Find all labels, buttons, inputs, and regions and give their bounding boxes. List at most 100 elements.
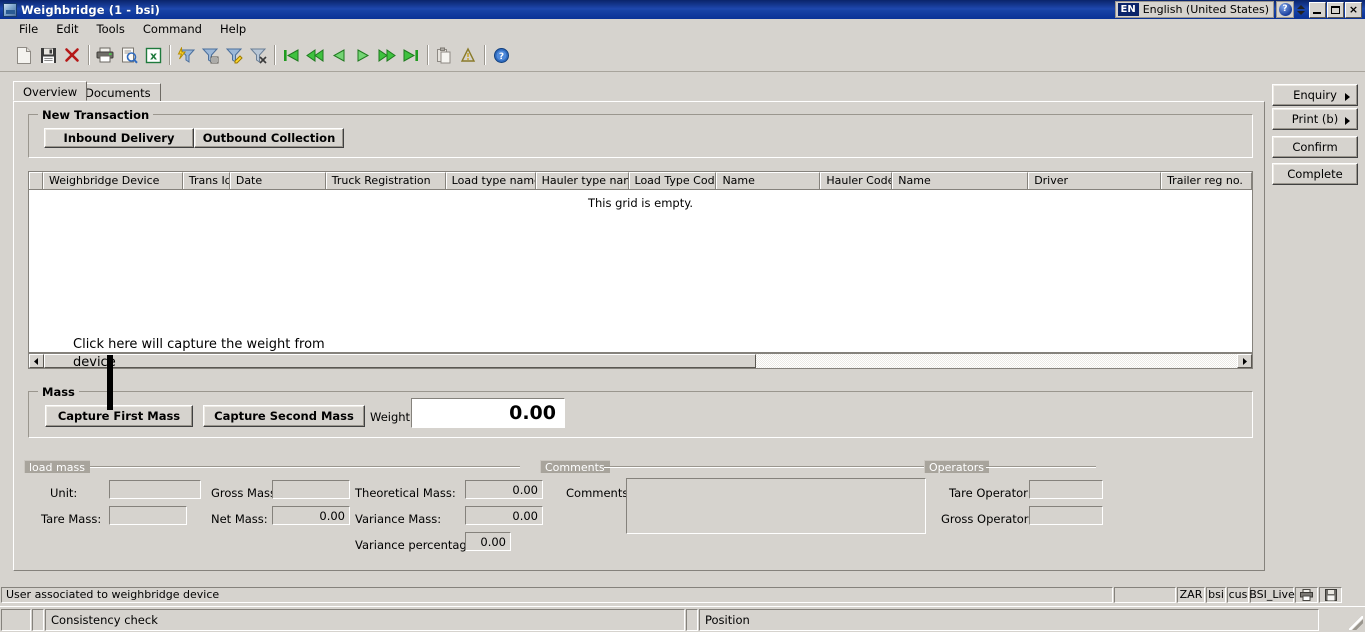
capture-second-mass-button[interactable]: Capture Second Mass: [203, 405, 365, 427]
menu-item-tools[interactable]: Tools: [88, 20, 134, 38]
net-mass-field[interactable]: 0.00: [272, 506, 350, 525]
grid-header-row: Weighbridge Device Trans Id Date Truck R…: [29, 172, 1252, 190]
mass-group: Mass Capture First Mass Capture Second M…: [28, 385, 1253, 438]
grid-column-weighbridge-device[interactable]: Weighbridge Device: [42, 172, 183, 189]
titlebar-spinner-icon[interactable]: [1296, 2, 1305, 17]
transactions-grid[interactable]: Weighbridge Device Trans Id Date Truck R…: [28, 171, 1253, 353]
status-module: cus: [1227, 587, 1249, 603]
gross-mass-field[interactable]: [272, 480, 350, 499]
toolbar-separator: [484, 45, 485, 65]
tab-overview[interactable]: Overview: [13, 81, 88, 101]
minimize-button[interactable]: [1309, 1, 1326, 18]
maximize-button[interactable]: [1327, 1, 1344, 18]
grid-column-load-type-code[interactable]: Load Type Code: [628, 172, 717, 189]
print-icon[interactable]: [93, 43, 117, 67]
complete-button[interactable]: Complete: [1272, 163, 1358, 185]
theoretical-mass-field[interactable]: 0.00: [465, 480, 543, 499]
print-preview-icon[interactable]: [117, 43, 141, 67]
fast-previous-icon[interactable]: [303, 43, 327, 67]
language-indicator[interactable]: EN English (United States): [1114, 1, 1274, 18]
net-mass-label: Net Mass:: [211, 512, 268, 526]
title-bar: Weighbridge (1 - bsi) EN English (United…: [0, 0, 1365, 19]
grid-column-trans-id[interactable]: Trans Id: [182, 172, 230, 189]
copy-icon[interactable]: [432, 43, 456, 67]
quick-filter-icon[interactable]: [174, 43, 198, 67]
grid-column-hauler-code[interactable]: Hauler Code: [820, 172, 893, 189]
grid-horizontal-scrollbar[interactable]: [28, 353, 1253, 369]
language-name: English (United States): [1142, 3, 1269, 16]
inbound-delivery-button[interactable]: Inbound Delivery: [44, 128, 194, 148]
operators-panel-divider: [986, 466, 1096, 468]
menu-item-edit[interactable]: Edit: [47, 20, 87, 38]
scroll-right-arrow-icon[interactable]: [1237, 354, 1252, 368]
grid-column-driver[interactable]: Driver: [1028, 172, 1162, 189]
fast-next-icon[interactable]: [375, 43, 399, 67]
scroll-left-arrow-icon[interactable]: [29, 354, 44, 368]
previous-record-icon[interactable]: [327, 43, 351, 67]
help-icon[interactable]: ?: [489, 43, 513, 67]
menu-item-file[interactable]: File: [10, 20, 47, 38]
scrollbar-thumb[interactable]: [44, 354, 756, 368]
confirm-button[interactable]: Confirm: [1272, 136, 1358, 158]
gross-operator-field[interactable]: [1029, 506, 1103, 525]
tare-operator-field[interactable]: [1029, 480, 1103, 499]
outbound-collection-button[interactable]: Outbound Collection: [194, 128, 344, 148]
status-currency: ZAR: [1177, 587, 1205, 603]
grid-column-hauler-name[interactable]: Name: [892, 172, 1029, 189]
grid-column-truck-registration[interactable]: Truck Registration: [325, 172, 446, 189]
grid-column-date[interactable]: Date: [229, 172, 326, 189]
clear-filter-icon[interactable]: [246, 43, 270, 67]
titlebar-help-button[interactable]: ?: [1276, 1, 1294, 18]
load-mass-panel: load mass Unit: Tare Mass: Gross Mass: N…: [24, 460, 543, 560]
variance-mass-field[interactable]: 0.00: [465, 506, 543, 525]
position-cell: Position: [699, 609, 1319, 631]
toolbar-separator: [427, 45, 428, 65]
menu-item-command[interactable]: Command: [134, 20, 211, 38]
print-b-button[interactable]: Print (b): [1272, 108, 1358, 130]
toolbar-separator: [88, 45, 89, 65]
toolbar: x ?: [0, 39, 1365, 72]
delete-icon[interactable]: [60, 43, 84, 67]
filter-by-selection-icon[interactable]: [198, 43, 222, 67]
capture-first-mass-button[interactable]: Capture First Mass: [45, 405, 193, 427]
svg-text:?: ?: [498, 52, 503, 62]
chevron-right-icon: [1345, 93, 1350, 101]
first-record-icon[interactable]: [279, 43, 303, 67]
toolbar-separator: [169, 45, 170, 65]
unit-field[interactable]: [109, 480, 201, 499]
tare-mass-field[interactable]: [109, 506, 187, 525]
next-record-icon[interactable]: [351, 43, 375, 67]
alert-icon[interactable]: [456, 43, 480, 67]
resize-grip-icon[interactable]: [1349, 616, 1363, 630]
weight-value-field[interactable]: 0.00: [411, 398, 565, 428]
tab-documents[interactable]: Documents: [75, 83, 161, 101]
comments-textarea[interactable]: [626, 478, 926, 534]
weighbridge-application-window: Weighbridge (1 - bsi) EN English (United…: [0, 0, 1365, 632]
close-button[interactable]: ×: [1345, 1, 1362, 18]
language-code: EN: [1117, 3, 1139, 16]
variance-percentage-field[interactable]: 0.00: [465, 532, 511, 551]
comments-label: Comments:: [566, 486, 633, 500]
enquiry-button[interactable]: Enquiry: [1272, 84, 1358, 106]
comments-panel: Comments Comments:: [540, 460, 926, 540]
save-icon[interactable]: [36, 43, 60, 67]
comments-panel-label: Comments: [540, 460, 610, 474]
export-excel-icon[interactable]: x: [141, 43, 165, 67]
edit-filter-icon[interactable]: [222, 43, 246, 67]
new-document-icon[interactable]: [12, 43, 36, 67]
tare-operator-label: Tare Operator:: [949, 486, 1032, 500]
toolbar-separator: [274, 45, 275, 65]
grid-row-selector-corner[interactable]: [29, 172, 43, 189]
status-printer-button[interactable]: [1295, 587, 1318, 603]
grid-column-hauler-type-name[interactable]: Hauler type name: [535, 172, 629, 189]
scrollbar-track[interactable]: [756, 354, 1237, 368]
grid-column-load-type-name[interactable]: Load type name: [445, 172, 536, 189]
menu-item-help[interactable]: Help: [211, 20, 255, 38]
unit-label: Unit:: [50, 486, 78, 500]
grid-column-trailer-reg-no[interactable]: Trailer reg no.: [1161, 172, 1252, 189]
last-record-icon[interactable]: [399, 43, 423, 67]
svg-text:x: x: [149, 49, 156, 62]
grid-column-load-type-name-text[interactable]: Name: [716, 172, 821, 189]
status-save-button[interactable]: [1319, 587, 1342, 603]
mass-group-label: Mass: [38, 385, 79, 399]
